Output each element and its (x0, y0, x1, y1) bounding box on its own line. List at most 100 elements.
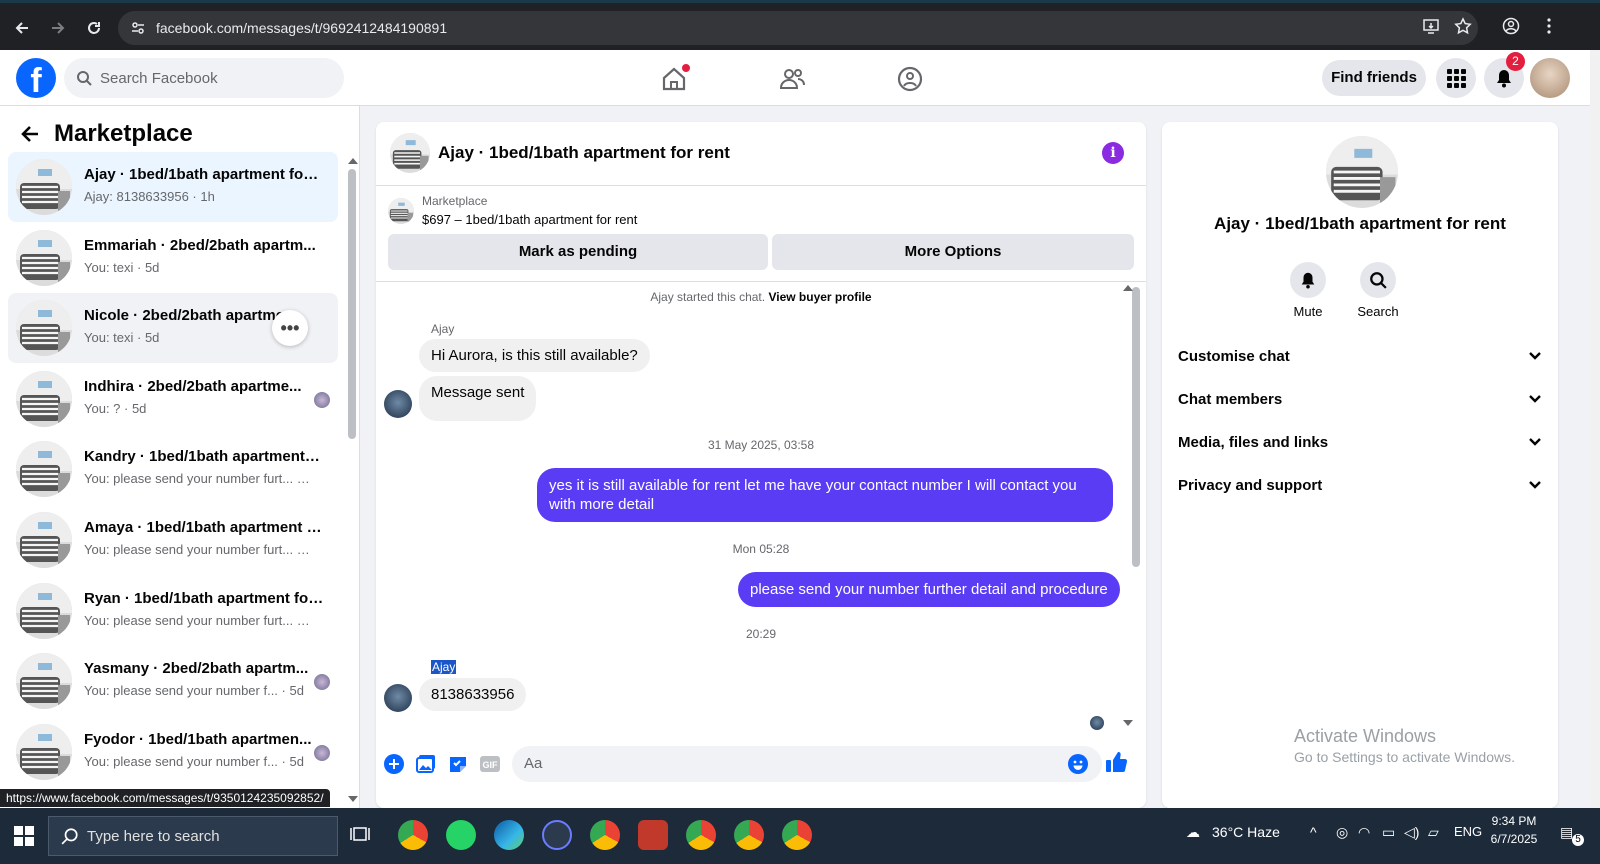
conversation-item[interactable]: Ryan · 1bed/1bath apartment for... You: p… (8, 576, 338, 646)
clock[interactable]: 9:34 PM 6/7/2025 (1486, 814, 1542, 846)
scroll-down-arrow-icon[interactable] (348, 796, 358, 802)
install-app-icon[interactable] (1422, 17, 1440, 35)
whatsapp-icon[interactable] (446, 820, 476, 850)
language-indicator[interactable]: ENG (1454, 824, 1482, 839)
conversation-thumbnail (16, 159, 72, 215)
sender-avatar[interactable] (384, 390, 412, 418)
scroll-up-arrow-icon[interactable] (348, 158, 358, 164)
conversation-item[interactable]: Yasmany · 2bed/2bath apartm... You: pleas… (8, 646, 338, 716)
sender-name-selected: Ajay (431, 660, 457, 674)
task-view-icon[interactable] (350, 826, 370, 844)
activate-windows-watermark: Activate Windows Go to Settings to activ… (1294, 726, 1515, 765)
chevron-down-icon (1528, 480, 1542, 490)
like-thumb-icon[interactable] (1104, 750, 1128, 774)
mark-as-pending-button[interactable]: Mark as pending (388, 234, 768, 270)
wifi-icon[interactable]: ◠ (1358, 824, 1370, 841)
conversation-snippet: You: please send your number furt... · 5… (84, 471, 314, 487)
conversation-item[interactable]: Kandry · 1bed/1bath apartment f... You: p… (8, 434, 338, 504)
sender-avatar[interactable] (384, 684, 412, 712)
outgoing-message[interactable]: yes it is still available for rent let m… (537, 468, 1113, 522)
conversation-item[interactable]: Amaya · 1bed/1bath apartment f... You: pl… (8, 505, 338, 575)
kebab-menu-icon[interactable] (1540, 17, 1558, 35)
wfm-app-icon[interactable] (638, 820, 668, 850)
battery-icon[interactable]: ▭ (1382, 824, 1395, 841)
chat-scrollbar[interactable] (1132, 287, 1140, 567)
friends-icon[interactable] (772, 62, 812, 96)
section-label: Media, files and links (1178, 433, 1329, 451)
search-input[interactable]: Search Facebook (64, 58, 344, 98)
chat-scroll-down-icon[interactable] (1123, 720, 1133, 726)
weather-icon[interactable]: ☁ (1186, 824, 1200, 841)
details-section[interactable]: Media, files and links (1178, 424, 1542, 460)
back-icon[interactable] (8, 14, 36, 42)
app-icon[interactable] (542, 820, 572, 850)
more-options-icon[interactable]: ••• (272, 310, 308, 347)
page-scrollbar[interactable] (1590, 50, 1600, 808)
message-input[interactable]: Aa (512, 746, 1102, 782)
volume-icon[interactable]: ◁) (1404, 824, 1419, 841)
conversation-item[interactable]: Emmariah · 2bed/2bath apartm... You: texi… (8, 223, 338, 293)
bookmark-star-icon[interactable] (1454, 17, 1472, 35)
profile-avatar[interactable] (1530, 58, 1570, 98)
view-buyer-profile-link[interactable]: View buyer profile (768, 290, 871, 304)
meet-icon[interactable]: ◎ (1336, 824, 1348, 841)
svg-text:GIF: GIF (483, 760, 499, 770)
conversation-item[interactable]: Fyodor · 1bed/1bath apartmen... You: plea… (8, 717, 338, 787)
chrome-profile-icon[interactable] (782, 820, 812, 850)
chrome-app-icon[interactable] (398, 820, 428, 850)
conversation-title: Amaya · 1bed/1bath apartment f... (84, 519, 324, 536)
site-info-icon[interactable] (130, 20, 146, 36)
sticker-icon[interactable] (446, 752, 470, 776)
listing-price[interactable]: $697 – 1bed/1bath apartment for rent (422, 212, 637, 227)
facebook-logo[interactable]: f (16, 58, 56, 98)
chat-scroll-up-icon[interactable] (1123, 285, 1133, 291)
chat-avatar[interactable] (390, 133, 430, 173)
chat-title[interactable]: Ajay · 1bed/1bath apartment for rent (438, 143, 730, 163)
find-friends-button[interactable]: Find friends (1322, 60, 1426, 96)
search-label: Search (1357, 304, 1399, 319)
more-options-button[interactable]: More Options (772, 234, 1134, 270)
listing-thumbnail[interactable] (388, 198, 414, 224)
incoming-message[interactable]: Message sent (419, 376, 537, 421)
chrome-profile-icon[interactable] (590, 820, 620, 850)
search-in-chat-button[interactable]: Search (1348, 262, 1408, 319)
chrome-profile-icon[interactable] (734, 820, 764, 850)
details-avatar[interactable] (1326, 136, 1398, 208)
home-icon[interactable] (654, 62, 694, 96)
address-bar[interactable]: facebook.com/messages/t/9692412484190891 (118, 11, 1478, 45)
incoming-message[interactable]: 8138633956 (419, 678, 527, 711)
outgoing-message[interactable]: please send your number further detail a… (738, 572, 1120, 607)
incoming-message[interactable]: Hi Aurora, is this still available? (419, 339, 650, 372)
info-icon[interactable]: i (1102, 142, 1124, 164)
taskbar-search[interactable]: Type here to search (48, 816, 338, 856)
reload-icon[interactable] (80, 14, 108, 42)
conversation-snippet: You: please send your number f... · 5d (84, 683, 304, 699)
profile-icon[interactable] (1502, 17, 1520, 35)
windows-start-icon[interactable] (14, 826, 34, 846)
plus-icon[interactable] (382, 752, 406, 776)
menu-grid-icon[interactable] (1436, 58, 1476, 98)
details-section[interactable]: Privacy and support (1178, 467, 1542, 503)
tray-chevron-icon[interactable]: ^ (1310, 824, 1317, 840)
details-section[interactable]: Chat members (1178, 381, 1542, 417)
sidebar-scrollbar[interactable] (348, 169, 356, 439)
groups-icon[interactable] (890, 62, 930, 96)
conversation-item[interactable]: Nicole · 2bed/2bath apartme You: texi · 5… (8, 293, 338, 364)
edge-icon[interactable] (494, 820, 524, 850)
conversation-title: Kandry · 1bed/1bath apartment f... (84, 448, 324, 466)
emoji-icon[interactable] (1066, 752, 1090, 776)
gif-icon[interactable]: GIF (478, 752, 502, 776)
conversation-title: Ryan · 1bed/1bath apartment for... (84, 589, 324, 607)
conversation-item[interactable]: Indhira · 2bed/2bath apartme... You: ? · … (8, 364, 338, 434)
details-section[interactable]: Customise chat (1178, 338, 1542, 374)
chrome-profile-icon[interactable] (686, 820, 716, 850)
mute-button[interactable]: Mute (1278, 262, 1338, 319)
chevron-down-icon (1528, 394, 1542, 404)
back-arrow-icon[interactable] (20, 124, 40, 144)
gallery-icon[interactable] (414, 752, 438, 776)
network-icon[interactable]: ▱ (1428, 824, 1439, 841)
forward-icon[interactable] (44, 14, 72, 42)
conversation-item[interactable]: Ajay · 1bed/1bath apartment for ... Ajay:… (8, 152, 338, 222)
weather-text[interactable]: 36°C Haze (1212, 824, 1280, 840)
timestamp: Mon 05:28 (732, 542, 790, 556)
